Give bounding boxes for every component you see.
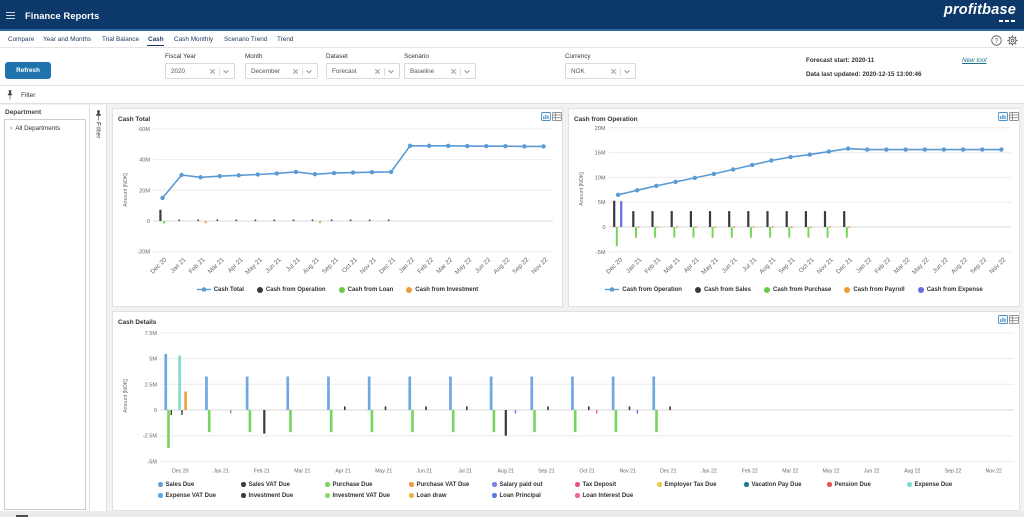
svg-text:Aug 22: Aug 22	[904, 469, 921, 475]
svg-text:Jun 21: Jun 21	[264, 256, 283, 275]
svg-text:Feb 22: Feb 22	[742, 469, 758, 475]
svg-text:Jun 21: Jun 21	[721, 256, 740, 275]
svg-text:Mar 21: Mar 21	[207, 256, 226, 275]
svg-text:Oct 21: Oct 21	[341, 256, 359, 274]
svg-text:Sep 22: Sep 22	[945, 469, 962, 475]
svg-text:15M: 15M	[595, 151, 606, 157]
svg-text:60M: 60M	[139, 127, 150, 133]
svg-text:Amount [NOK]: Amount [NOK]	[123, 173, 129, 207]
svg-text:40M: 40M	[139, 158, 150, 164]
svg-text:Oct 21: Oct 21	[579, 469, 594, 475]
svg-text:Aug 22: Aug 22	[950, 256, 969, 275]
svg-text:Jul 21: Jul 21	[285, 256, 302, 273]
svg-text:Jun 22: Jun 22	[474, 256, 493, 275]
svg-text:May 22: May 22	[454, 256, 474, 276]
svg-text:Nov 22: Nov 22	[985, 469, 1002, 475]
svg-text:Dec 20: Dec 20	[149, 256, 168, 275]
svg-text:20M: 20M	[595, 126, 606, 132]
svg-text:Jun 22: Jun 22	[864, 469, 880, 475]
svg-text:Sep 22: Sep 22	[511, 256, 530, 275]
svg-text:?: ?	[995, 37, 999, 44]
svg-text:May 22: May 22	[911, 256, 931, 276]
svg-text:20M: 20M	[139, 188, 150, 194]
svg-text:2.5M: 2.5M	[145, 382, 158, 388]
svg-text:Dec 20: Dec 20	[605, 256, 624, 275]
svg-text:5M: 5M	[598, 200, 606, 206]
svg-text:Mar 21: Mar 21	[294, 469, 310, 475]
svg-text:May 21: May 21	[375, 469, 392, 475]
svg-text:May 22: May 22	[822, 469, 839, 475]
svg-text:Jan 21: Jan 21	[625, 256, 644, 275]
svg-text:Sep 22: Sep 22	[969, 256, 988, 275]
svg-text:Feb 21: Feb 21	[643, 256, 662, 275]
svg-text:Amount [NOK]: Amount [NOK]	[579, 172, 585, 206]
svg-text:-20M: -20M	[137, 250, 150, 256]
svg-text:Oct 21: Oct 21	[798, 256, 816, 274]
svg-text:-2.5M: -2.5M	[143, 434, 158, 440]
svg-text:Nov 21: Nov 21	[359, 256, 378, 275]
svg-text:Sep 21: Sep 21	[777, 256, 796, 275]
svg-text:Mar 22: Mar 22	[893, 256, 912, 275]
svg-text:May 21: May 21	[700, 256, 720, 276]
svg-text:Feb 21: Feb 21	[254, 469, 270, 475]
svg-text:Jun 21: Jun 21	[417, 469, 433, 475]
svg-text:Dec 21: Dec 21	[835, 256, 854, 275]
svg-text:-5M: -5M	[147, 459, 157, 465]
svg-text:Mar 21: Mar 21	[663, 256, 682, 275]
svg-text:Feb 22: Feb 22	[873, 256, 892, 275]
svg-text:Aug 21: Aug 21	[302, 256, 321, 275]
svg-text:10M: 10M	[595, 175, 606, 181]
svg-text:Jan 22: Jan 22	[855, 256, 874, 275]
svg-text:Dec 21: Dec 21	[660, 469, 677, 475]
svg-text:Jan 21: Jan 21	[213, 469, 229, 475]
svg-text:Apr 21: Apr 21	[227, 256, 245, 274]
svg-text:0: 0	[147, 219, 150, 225]
svg-text:Nov 21: Nov 21	[619, 469, 636, 475]
svg-text:Amount [NOK]: Amount [NOK]	[123, 379, 129, 413]
svg-text:Nov 21: Nov 21	[816, 256, 835, 275]
svg-text:0: 0	[602, 225, 605, 231]
svg-text:Jun 22: Jun 22	[931, 256, 950, 275]
svg-text:Apr 21: Apr 21	[335, 469, 350, 475]
svg-text:Jan 21: Jan 21	[169, 256, 188, 275]
svg-text:Jul 21: Jul 21	[741, 256, 758, 273]
svg-text:Dec 21: Dec 21	[378, 256, 397, 275]
svg-text:7.5M: 7.5M	[145, 331, 158, 337]
svg-text:Nov 22: Nov 22	[988, 256, 1007, 275]
svg-text:Aug 22: Aug 22	[492, 256, 511, 275]
svg-text:Jan 22: Jan 22	[701, 469, 717, 475]
svg-text:0: 0	[154, 408, 157, 414]
svg-text:Jan 22: Jan 22	[398, 256, 417, 275]
svg-text:Aug 21: Aug 21	[758, 256, 777, 275]
svg-text:Feb 22: Feb 22	[416, 256, 435, 275]
svg-text:Apr 21: Apr 21	[683, 256, 701, 274]
svg-text:-5M: -5M	[596, 250, 606, 256]
svg-text:Sep 21: Sep 21	[538, 469, 555, 475]
svg-text:Aug 21: Aug 21	[497, 469, 514, 475]
svg-text:Jul 21: Jul 21	[458, 469, 472, 475]
svg-text:Sep 21: Sep 21	[321, 256, 340, 275]
svg-text:Mar 22: Mar 22	[435, 256, 454, 275]
svg-text:May 21: May 21	[244, 256, 264, 276]
svg-text:Dec 20: Dec 20	[172, 469, 189, 475]
svg-text:Mar 22: Mar 22	[782, 469, 798, 475]
svg-text:Nov 22: Nov 22	[530, 256, 549, 275]
svg-text:Feb 21: Feb 21	[188, 256, 207, 275]
svg-text:5M: 5M	[149, 357, 157, 363]
